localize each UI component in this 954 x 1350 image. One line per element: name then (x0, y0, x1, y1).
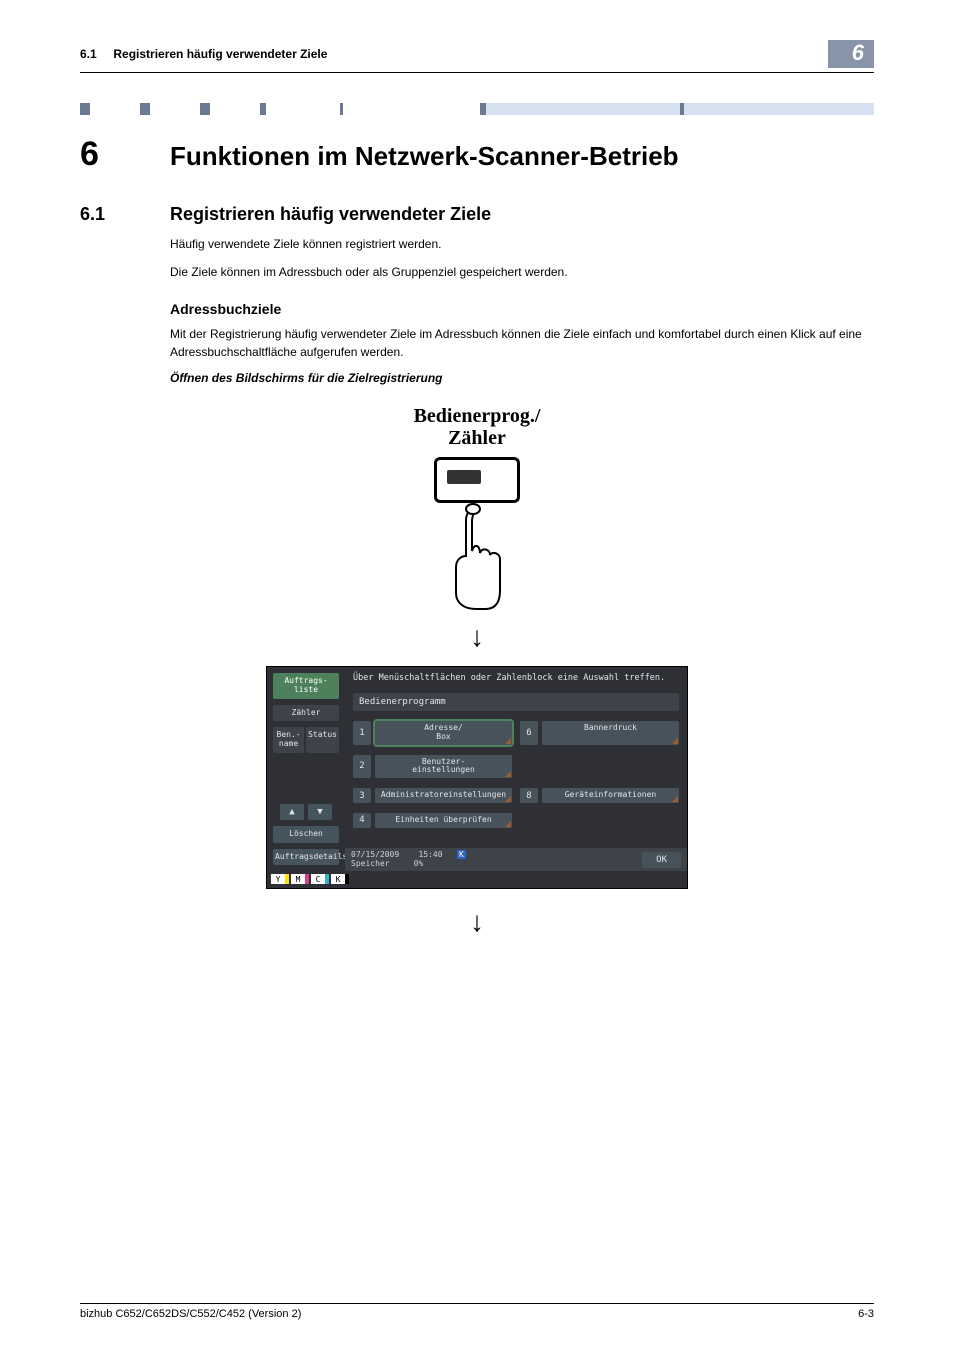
mfp-jobs-tab[interactable]: Auftrags- liste (273, 673, 339, 699)
step-heading: Öffnen des Bildschirms für die Zielregis… (170, 371, 874, 385)
mfp-menu-item[interactable]: 1Adresse/ Box (353, 721, 512, 745)
running-section-title: Registrieren häufig verwendeter Ziele (113, 47, 327, 61)
chapter-badge: 6 (828, 40, 874, 68)
key-press-figure: Bedienerprog./ Zähler ↓ (80, 405, 874, 653)
mfp-menu-label: Geräteinformationen (542, 788, 679, 803)
footer-page-number: 6-3 (858, 1308, 874, 1320)
mfp-date: 07/15/2009 (351, 850, 399, 859)
mfp-menu-item[interactable]: 3 Administratoreinstellungen (353, 788, 512, 803)
mfp-counter-tab[interactable]: Zähler (273, 705, 339, 722)
decorative-stripe (80, 103, 874, 115)
paragraph: Mit der Registrierung häufig verwendeter… (170, 325, 874, 361)
hardware-key-icon (434, 457, 520, 503)
mfp-memory-value: 0% (414, 859, 424, 868)
mfp-jobdetails-button[interactable]: Auftragsdetails (273, 849, 339, 866)
mfp-program-title: Bedienerprogramm (353, 693, 679, 711)
mfp-menu-number: 2 (353, 755, 371, 779)
mfp-instruction-text: Über Menüschaltflächen oder Zahlenblock … (345, 667, 687, 687)
subheading: Adressbuchziele (170, 301, 874, 317)
section-heading: 6.1 Registrieren häufig verwendeter Ziel… (80, 204, 874, 225)
footer-model: bizhub C652/C652DS/C552/C452 (Version 2) (80, 1308, 301, 1320)
mfp-status-label: Status (306, 727, 339, 753)
key-label-line2: Zähler (414, 427, 541, 449)
mfp-menu-item[interactable]: 2Benutzer- einstellungen (353, 755, 512, 779)
mfp-delete-button[interactable]: Löschen (273, 826, 339, 843)
mfp-menu-label: Administratoreinstellungen (375, 788, 512, 803)
arrow-down-icon: ↓ (470, 621, 484, 653)
mfp-touchscreen: Auftrags- liste Zähler Ben.- name Status… (267, 667, 687, 888)
mfp-time: 15:40 (418, 850, 442, 859)
mfp-menu-number: 6 (520, 721, 538, 745)
arrow-down-icon: ↓ (80, 906, 874, 938)
mfp-ok-button[interactable]: OK (642, 852, 681, 868)
mfp-menu-label: Einheiten überprüfen (375, 813, 512, 828)
chapter-number: 6 (80, 135, 170, 174)
mfp-scroll-down-button[interactable]: ▼ (308, 804, 332, 820)
mfp-menu-number: 1 (353, 721, 371, 745)
ink-yellow-icon: Y (271, 874, 289, 884)
section-title: Registrieren häufig verwendeter Ziele (170, 204, 491, 225)
mfp-menu-number: 4 (353, 813, 371, 828)
chapter-title: Funktionen im Netzwerk-Scanner-Betrieb (170, 141, 679, 172)
paragraph: Die Ziele können im Adressbuch oder als … (170, 263, 874, 281)
mfp-username-label: Ben.- name (273, 727, 304, 753)
pointing-hand-icon (442, 501, 512, 611)
ink-black-icon: K (331, 874, 349, 884)
mfp-ink-levels: Y M C K (267, 871, 353, 888)
mfp-menu-label: Bannerdruck (542, 721, 679, 745)
mfp-menu-label: Adresse/ Box (375, 721, 512, 745)
mfp-memory-label: Speicher (351, 859, 390, 868)
running-section-num: 6.1 (80, 47, 97, 61)
key-label-line1: Bedienerprog./ (414, 405, 541, 427)
mfp-menu-grid: 1Adresse/ Box 6Bannerdruck 2Benutzer- eins… (353, 721, 679, 838)
mfp-menu-item[interactable]: 8 Geräteinformationen (520, 788, 679, 803)
paragraph: Häufig verwendete Ziele können registrie… (170, 235, 874, 253)
chapter-heading: 6 Funktionen im Netzwerk-Scanner-Betrieb (80, 135, 874, 174)
running-header: 6.1 Registrieren häufig verwendeter Ziel… (80, 40, 874, 73)
mfp-menu-label: Benutzer- einstellungen (375, 755, 512, 779)
ink-cyan-icon: C (311, 874, 329, 884)
mfp-menu-number: 8 (520, 788, 538, 803)
mfp-status-flag-icon: K (457, 850, 466, 859)
page-footer: bizhub C652/C652DS/C552/C452 (Version 2)… (80, 1303, 874, 1320)
mfp-menu-item[interactable]: 6Bannerdruck (520, 721, 679, 745)
section-number: 6.1 (80, 204, 170, 225)
mfp-menu-item[interactable]: 4 Einheiten überprüfen (353, 813, 512, 828)
mfp-scroll-up-button[interactable]: ▲ (280, 804, 304, 820)
ink-magenta-icon: M (291, 874, 309, 884)
mfp-menu-number: 3 (353, 788, 371, 803)
